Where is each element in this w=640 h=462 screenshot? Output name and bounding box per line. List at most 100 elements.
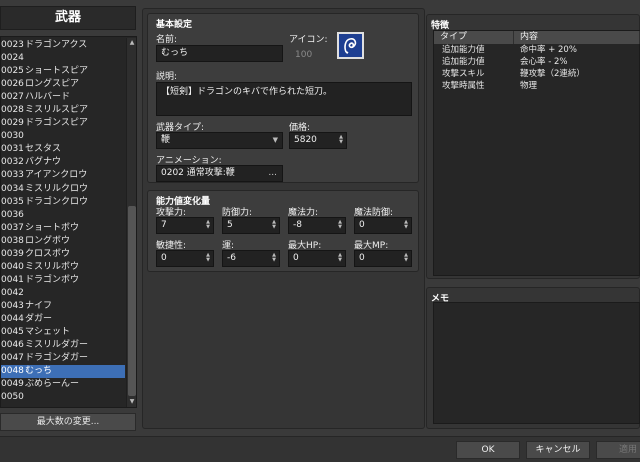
list-item[interactable]: 0034ミスリルクロウ xyxy=(1,183,125,196)
weapon-icon-button[interactable] xyxy=(337,32,364,59)
list-item-name: ミスリルスピア xyxy=(25,105,89,116)
list-item-name: ドラゴンスピア xyxy=(25,118,88,129)
list-item[interactable]: 0040ミスリルボウ xyxy=(1,261,125,274)
list-item[interactable]: 0042 xyxy=(1,287,125,300)
list-item-name: クロスボウ xyxy=(25,248,71,259)
change-max-button[interactable]: 最大数の変更... xyxy=(0,413,136,431)
list-item[interactable]: 0031セスタス xyxy=(1,143,125,156)
list-item[interactable]: 0049ぶめらーんー xyxy=(1,378,125,391)
stepper-icon[interactable]: ▲ ▼ xyxy=(403,220,409,230)
list-item[interactable]: 0027ハルバード xyxy=(1,91,125,104)
list-item-number: 0042 xyxy=(1,287,24,298)
trait-content: 会心率 - 2% xyxy=(520,57,568,67)
icon-label: アイコン: xyxy=(289,35,328,45)
description-input[interactable]: 【短剣】ドラゴンのキバで作られた短刀。 xyxy=(156,82,412,116)
trait-row[interactable]: 攻撃時属性 物理 xyxy=(434,81,640,92)
list-item[interactable]: 0039クロスボウ xyxy=(1,248,125,261)
scroll-thumb[interactable] xyxy=(128,206,136,396)
scroll-down-icon[interactable]: ▼ xyxy=(127,397,136,407)
list-item[interactable]: 0038ロングボウ xyxy=(1,235,125,248)
traits-col-type[interactable]: タイプ xyxy=(434,31,514,44)
list-item[interactable]: 0043ナイフ xyxy=(1,300,125,313)
param-input[interactable]: -6 ▲ ▼ xyxy=(222,250,280,267)
list-item[interactable]: 0046ミスリルダガー xyxy=(1,339,125,352)
param-input[interactable]: 0 ▲ ▼ xyxy=(156,250,214,267)
trait-row[interactable]: 追加能力値 命中率 + 20% xyxy=(434,45,640,56)
list-item-name: ドラゴンクロウ xyxy=(25,196,89,207)
cancel-button[interactable]: キャンセル xyxy=(526,441,590,459)
list-item[interactable]: 0036 xyxy=(1,209,125,222)
list-item-number: 0031 xyxy=(1,144,24,155)
trait-content: 物理 xyxy=(520,81,538,91)
list-item[interactable]: 0030 xyxy=(1,130,125,143)
list-item[interactable]: 0032バグナウ xyxy=(1,156,125,169)
list-item-name: ダガー xyxy=(25,313,53,324)
list-item[interactable]: 0025ショートスピア xyxy=(1,65,125,78)
param-input[interactable]: 0 ▲ ▼ xyxy=(354,250,412,267)
stepper-icon[interactable]: ▲ ▼ xyxy=(337,220,343,230)
param-value: -8 xyxy=(293,220,302,230)
trait-type: 攻撃時属性 xyxy=(442,81,485,91)
list-item-name: むっち xyxy=(25,366,53,377)
list-item-number: 0036 xyxy=(1,209,24,220)
animation-value: 0202 通常攻撃:鞭 xyxy=(161,168,235,178)
list-item-number: 0034 xyxy=(1,183,24,194)
list-item-number: 0024 xyxy=(1,53,24,64)
weapon-list[interactable]: 0023ドラゴンアクス 0024 0025ショートスピア 0026ロングスピア 0027… xyxy=(0,36,137,408)
param-input[interactable]: 0 ▲ ▼ xyxy=(354,217,412,234)
stepper-icon[interactable]: ▲ ▼ xyxy=(337,253,343,263)
list-scrollbar[interactable]: ▲ ▼ xyxy=(126,38,136,407)
traits-table[interactable]: タイプ 内容 追加能力値 命中率 + 20% 追加能力値 会心率 - 2% 攻撃スキル鞭… xyxy=(433,30,640,276)
list-item[interactable]: 0029ドラゴンスピア xyxy=(1,117,125,130)
list-item[interactable]: 0047ドラゴンダガー xyxy=(1,352,125,365)
price-input[interactable]: 5820 ▲ ▼ xyxy=(289,132,347,149)
more-icon[interactable]: ... xyxy=(268,166,277,181)
list-item-number: 0037 xyxy=(1,222,24,233)
list-item-name: ハルバード xyxy=(25,92,71,103)
basic-settings-title: 基本設定 xyxy=(156,20,193,30)
name-input[interactable]: むっち xyxy=(156,45,283,62)
weapon-type-select[interactable]: 鞭 ▼ xyxy=(156,132,283,149)
list-item[interactable]: 0024 xyxy=(1,52,125,65)
stepper-icon[interactable]: ▲ ▼ xyxy=(403,253,409,263)
ok-button[interactable]: OK xyxy=(456,441,520,459)
param-input[interactable]: -8 ▲ ▼ xyxy=(288,217,346,234)
list-item[interactable]: 0023ドラゴンアクス xyxy=(1,39,125,52)
price-stepper-icon[interactable]: ▲ ▼ xyxy=(338,135,344,145)
list-item[interactable]: 0037ショートボウ xyxy=(1,222,125,235)
list-item-number: 0023 xyxy=(1,40,24,50)
list-item[interactable]: 0033アイアンクロウ xyxy=(1,169,125,182)
stepper-icon[interactable]: ▲ ▼ xyxy=(271,253,277,263)
trait-row[interactable]: 追加能力値 会心率 - 2% xyxy=(434,57,640,68)
apply-button[interactable]: 適用 xyxy=(596,441,640,459)
list-item[interactable]: 0044ダガー xyxy=(1,313,125,326)
scroll-up-icon[interactable]: ▲ xyxy=(127,38,136,48)
animation-select[interactable]: 0202 通常攻撃:鞭 ... xyxy=(156,165,283,182)
traits-col-content[interactable]: 内容 xyxy=(514,31,640,44)
list-item[interactable]: 0048むっち xyxy=(1,365,125,379)
list-item[interactable]: 0028ミスリルスピア xyxy=(1,104,125,117)
list-item[interactable]: 0041ドラゴンボウ xyxy=(1,274,125,287)
param-input[interactable]: 5 ▲ ▼ xyxy=(222,217,280,234)
list-item-number: 0032 xyxy=(1,157,24,168)
list-item[interactable]: 0026ロングスピア xyxy=(1,78,125,91)
memo-textarea[interactable] xyxy=(433,302,640,424)
list-item[interactable]: 0045マシェット xyxy=(1,326,125,339)
stepper-icon[interactable]: ▲ ▼ xyxy=(205,220,211,230)
list-item[interactable]: 0035ドラゴンクロウ xyxy=(1,196,125,209)
list-item[interactable]: 0050 xyxy=(1,391,125,404)
list-item-name: ロングスピア xyxy=(25,79,80,90)
list-item-name: マシェット xyxy=(25,327,71,338)
list-item-name: ミスリルボウ xyxy=(25,261,80,272)
trait-content: 命中率 + 20% xyxy=(520,45,577,55)
basic-settings-group: 基本設定 名前: むっち アイコン: 100 説明: 【短剣】ドラゴンのキバで作… xyxy=(147,13,419,183)
list-item-name: ロングボウ xyxy=(25,235,71,246)
list-item-name: ドラゴンダガー xyxy=(25,353,89,364)
chevron-down-icon: ▼ xyxy=(272,136,278,144)
list-item-number: 0026 xyxy=(1,79,24,90)
trait-row[interactable]: 攻撃スキル 鞭攻撃（2連続） xyxy=(434,69,640,80)
stepper-icon[interactable]: ▲ ▼ xyxy=(271,220,277,230)
stepper-icon[interactable]: ▲ ▼ xyxy=(205,253,211,263)
param-input[interactable]: 0 ▲ ▼ xyxy=(288,250,346,267)
param-input[interactable]: 7 ▲ ▼ xyxy=(156,217,214,234)
